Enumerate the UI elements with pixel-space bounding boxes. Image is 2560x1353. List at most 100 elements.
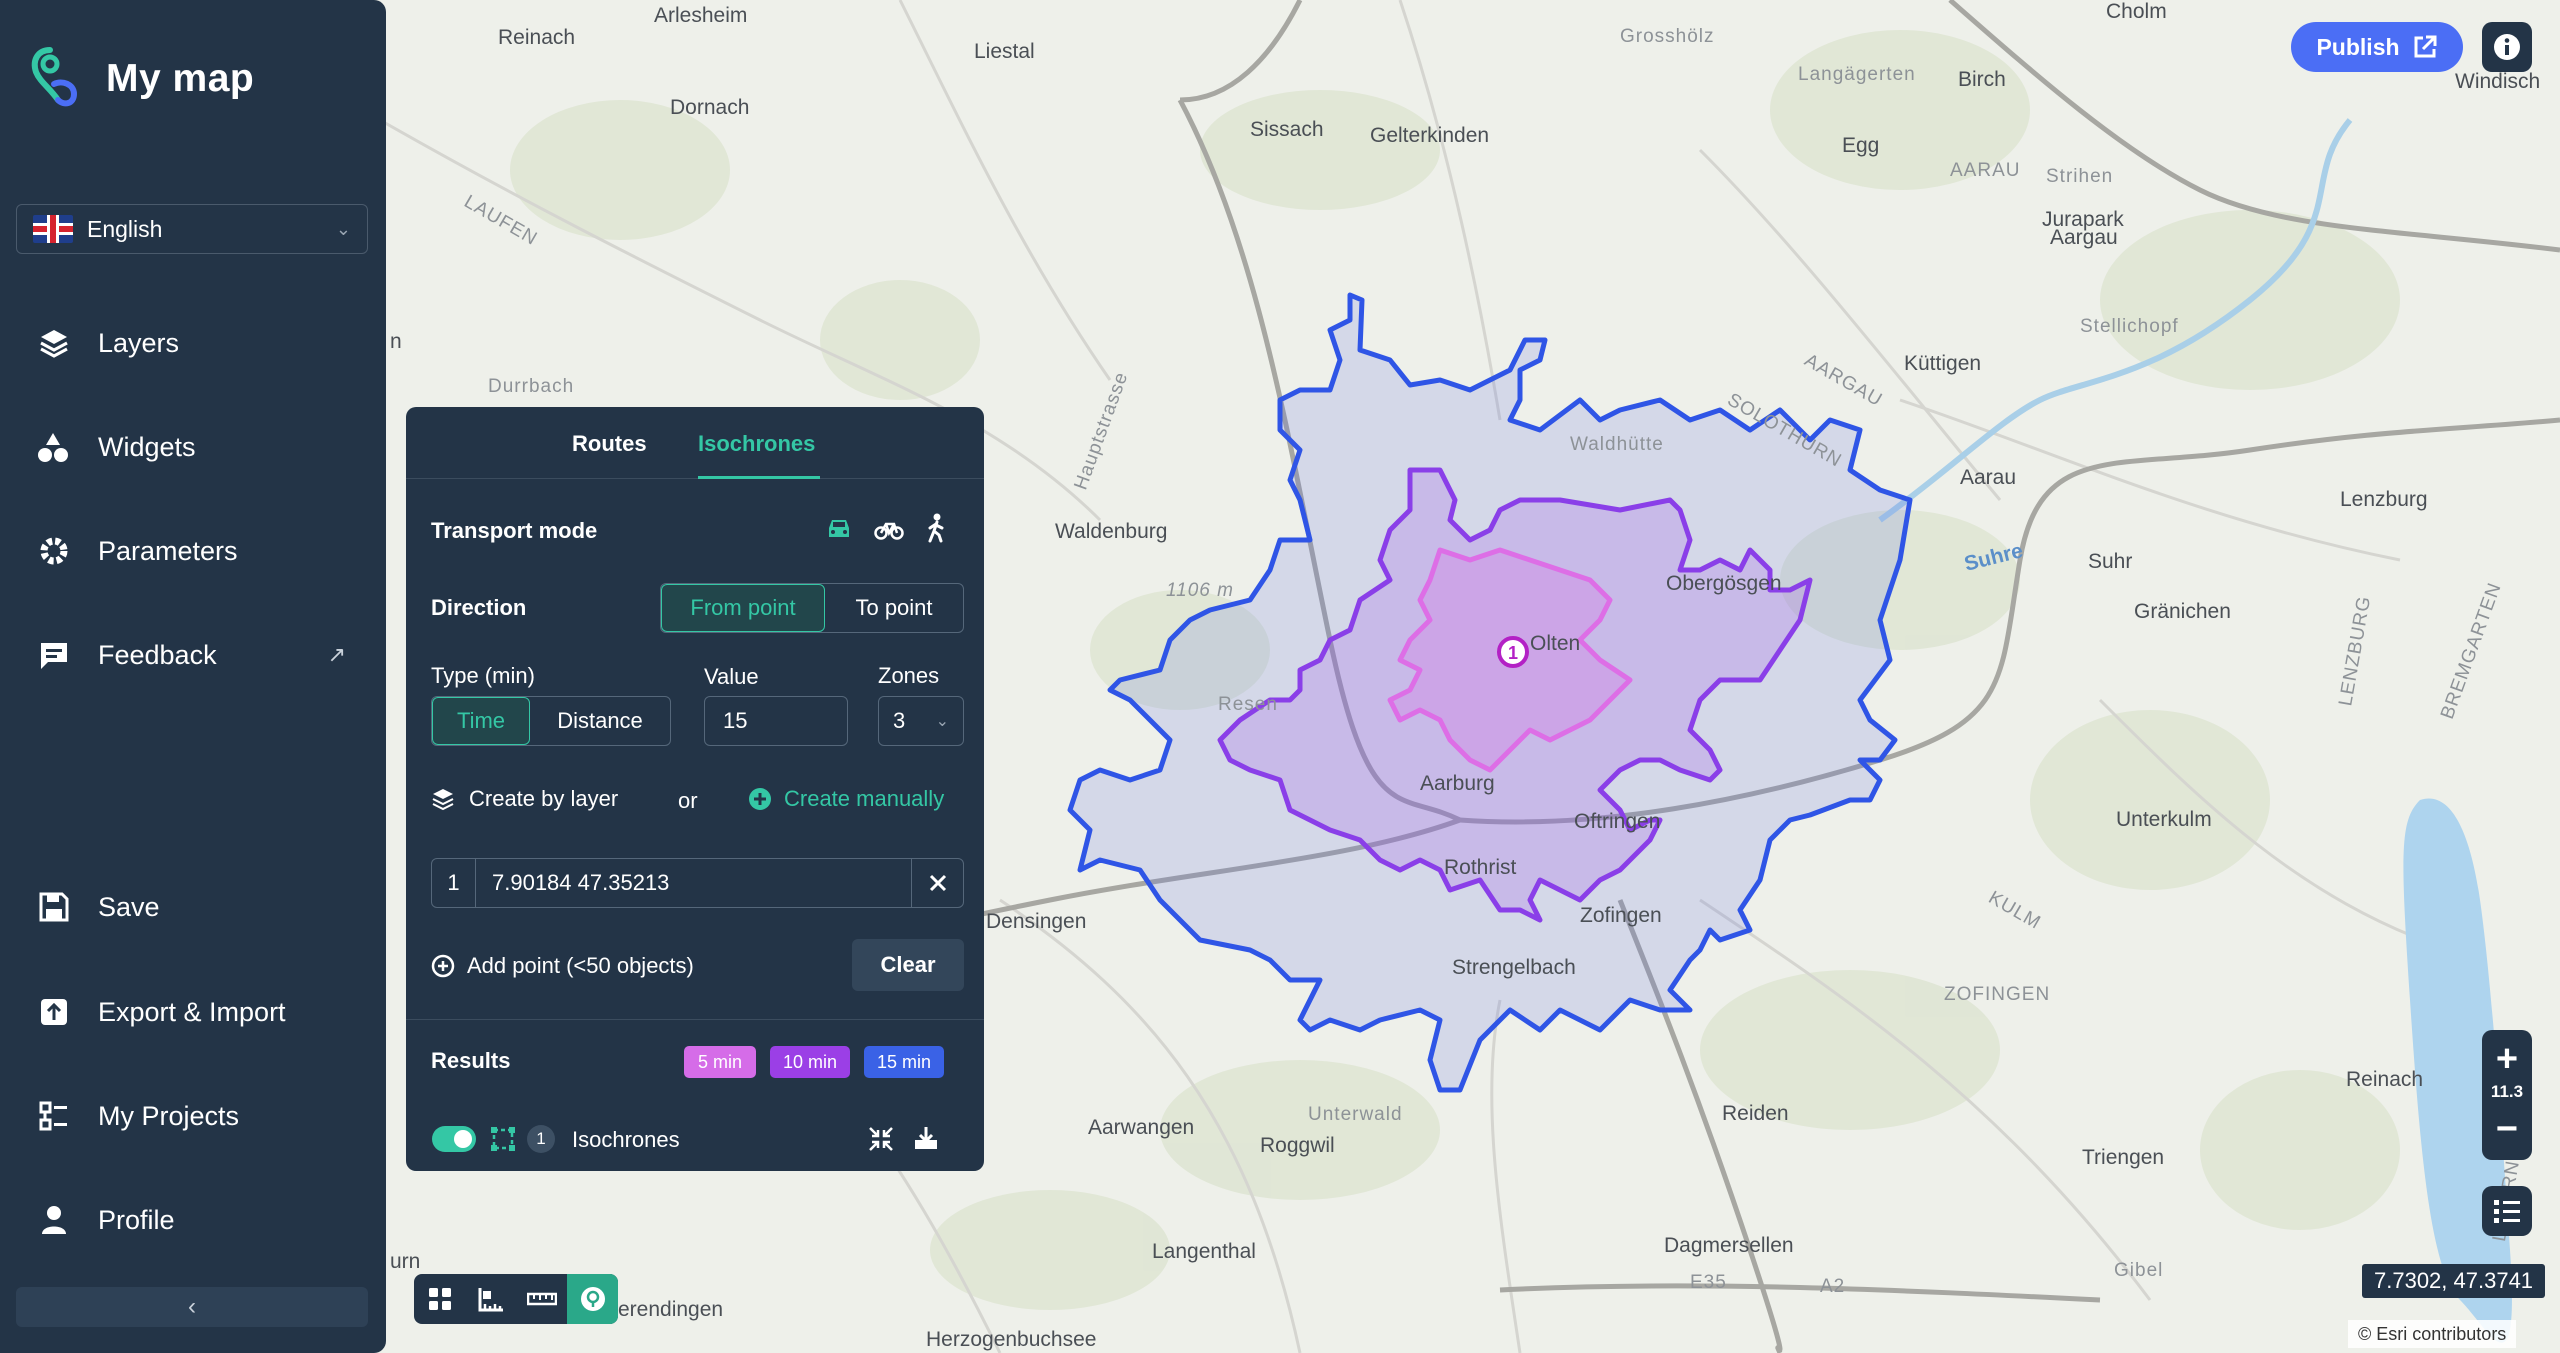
save-icon xyxy=(36,889,72,925)
remove-point-button[interactable] xyxy=(911,859,963,907)
point-coordinates-input[interactable]: 7.90184 47.35213 xyxy=(476,859,911,907)
layers-icon xyxy=(36,325,72,361)
tab-isochrones[interactable]: Isochrones xyxy=(698,431,815,457)
sidebar-item-save[interactable]: Save xyxy=(36,889,346,925)
publish-label: Publish xyxy=(2316,33,2400,60)
sidebar-item-my-projects[interactable]: My Projects xyxy=(36,1098,346,1134)
tab-routes[interactable]: Routes xyxy=(572,431,647,457)
ruler-icon xyxy=(526,1292,557,1306)
clear-button[interactable]: Clear xyxy=(852,939,964,991)
create-manually-button[interactable]: Create manually xyxy=(748,786,944,812)
sidebar-item-label: Parameters xyxy=(98,535,238,566)
sidebar-item-export-import[interactable]: Export & Import xyxy=(36,994,346,1030)
chevron-down-icon: ⌄ xyxy=(335,218,351,239)
info-button[interactable] xyxy=(2482,22,2532,72)
results-label: Results xyxy=(431,1048,511,1073)
create-by-layer-button[interactable]: Create by layer xyxy=(431,786,618,812)
isochrone-icon xyxy=(580,1287,605,1311)
grid-tool-button[interactable] xyxy=(414,1274,465,1324)
measure-area-tool-button[interactable] xyxy=(465,1274,516,1324)
result-count: 1 xyxy=(527,1125,555,1153)
result-label: Isochrones xyxy=(572,1127,680,1152)
value-input[interactable]: 15 xyxy=(704,696,848,746)
collapse-sidebar-button[interactable]: ‹ xyxy=(16,1287,368,1327)
sidebar-item-label: Export & Import xyxy=(98,996,286,1027)
isochrone-panel: Routes Isochrones Transport mode Directi… xyxy=(406,407,984,1171)
app-title: My map xyxy=(106,57,255,100)
create-manually-label: Create manually xyxy=(784,786,945,811)
svg-text:1: 1 xyxy=(1508,643,1518,663)
walk-icon[interactable] xyxy=(924,513,948,549)
chevron-down-icon: ⌄ xyxy=(935,713,949,730)
app-brand[interactable]: My map xyxy=(28,44,254,114)
zoom-out-button[interactable]: − xyxy=(2482,1108,2532,1151)
value-label: Value xyxy=(704,664,759,689)
from-point-option[interactable]: From point xyxy=(661,584,825,632)
plus-circle-icon xyxy=(749,788,771,810)
list-icon xyxy=(2494,1200,2520,1223)
value-input-text: 15 xyxy=(723,708,748,733)
badge-10min: 10 min xyxy=(770,1046,850,1078)
sidebar: My map English ⌄ Layers Widgets Paramete… xyxy=(0,0,386,1353)
point-row: 1 7.90184 47.35213 xyxy=(431,858,964,908)
type-label: Type (min) xyxy=(431,663,535,688)
sidebar-item-label: My Projects xyxy=(98,1100,240,1131)
zoom-in-button[interactable]: + xyxy=(2482,1038,2532,1081)
zones-select[interactable]: 3 ⌄ xyxy=(878,696,964,746)
sidebar-item-label: Save xyxy=(98,891,160,922)
download-icon[interactable] xyxy=(912,1124,940,1158)
result-visibility-toggle[interactable] xyxy=(432,1126,476,1152)
cursor-coordinates: 7.7302, 47.3741 xyxy=(2362,1264,2546,1298)
close-icon xyxy=(929,874,946,892)
zoom-level: 11.3 xyxy=(2490,1082,2524,1101)
time-option[interactable]: Time xyxy=(432,697,530,745)
uk-flag-icon xyxy=(33,215,73,243)
ruler-area-icon xyxy=(478,1288,503,1312)
car-icon[interactable] xyxy=(825,516,853,548)
grid-icon xyxy=(428,1288,451,1310)
language-select[interactable]: English ⌄ xyxy=(16,204,368,254)
sidebar-item-label: Profile xyxy=(98,1204,175,1235)
external-link-icon: ↗ xyxy=(327,642,346,667)
point-index: 1 xyxy=(432,859,476,907)
zoom-to-extent-icon[interactable] xyxy=(868,1126,894,1158)
distance-option[interactable]: Distance xyxy=(530,697,670,745)
feedback-icon xyxy=(36,637,72,673)
user-icon xyxy=(36,1202,72,1238)
sidebar-item-feedback[interactable]: Feedback ↗ xyxy=(36,637,346,673)
chevron-left-icon: ‹ xyxy=(188,1293,196,1320)
logo-icon xyxy=(31,47,78,107)
sidebar-item-parameters[interactable]: Parameters xyxy=(36,533,346,569)
type-toggle: Time Distance xyxy=(431,696,671,746)
publish-button[interactable]: Publish xyxy=(2291,22,2463,72)
map-tools-toolbar xyxy=(414,1274,618,1324)
language-selected: English xyxy=(87,215,163,242)
or-label: or xyxy=(678,788,698,813)
create-by-layer-label: Create by layer xyxy=(469,786,619,811)
badge-15min: 15 min xyxy=(864,1046,944,1078)
widgets-icon xyxy=(36,429,72,465)
sidebar-item-widgets[interactable]: Widgets xyxy=(36,429,346,465)
map-attribution[interactable]: © Esri contributors xyxy=(2348,1320,2517,1348)
zones-value: 3 xyxy=(893,708,906,733)
active-tab-indicator xyxy=(698,476,820,479)
results-section: Results 5 min 10 min 15 min 1 Isochrones xyxy=(406,1019,984,1171)
gear-icon xyxy=(36,533,72,569)
export-icon xyxy=(36,994,72,1030)
to-point-option[interactable]: To point xyxy=(825,584,963,632)
add-point-button[interactable]: Add point (<50 objects) xyxy=(431,953,694,979)
bike-icon[interactable] xyxy=(874,516,904,548)
isochrone-tool-button[interactable] xyxy=(567,1274,618,1324)
sidebar-item-layers[interactable]: Layers xyxy=(36,325,346,361)
zones-label: Zones xyxy=(878,663,940,688)
add-point-label: Add point (<50 objects) xyxy=(467,953,694,978)
sidebar-item-label: Widgets xyxy=(98,431,196,462)
plus-circle-icon xyxy=(431,954,455,978)
sidebar-item-profile[interactable]: Profile xyxy=(36,1202,346,1238)
legend-button[interactable] xyxy=(2482,1186,2532,1236)
measure-distance-tool-button[interactable] xyxy=(516,1274,567,1324)
zoom-control: + 11.3 − xyxy=(2482,1030,2532,1160)
external-link-icon xyxy=(2414,35,2437,58)
direction-toggle: From point To point xyxy=(660,583,964,633)
polygon-icon xyxy=(490,1126,516,1158)
